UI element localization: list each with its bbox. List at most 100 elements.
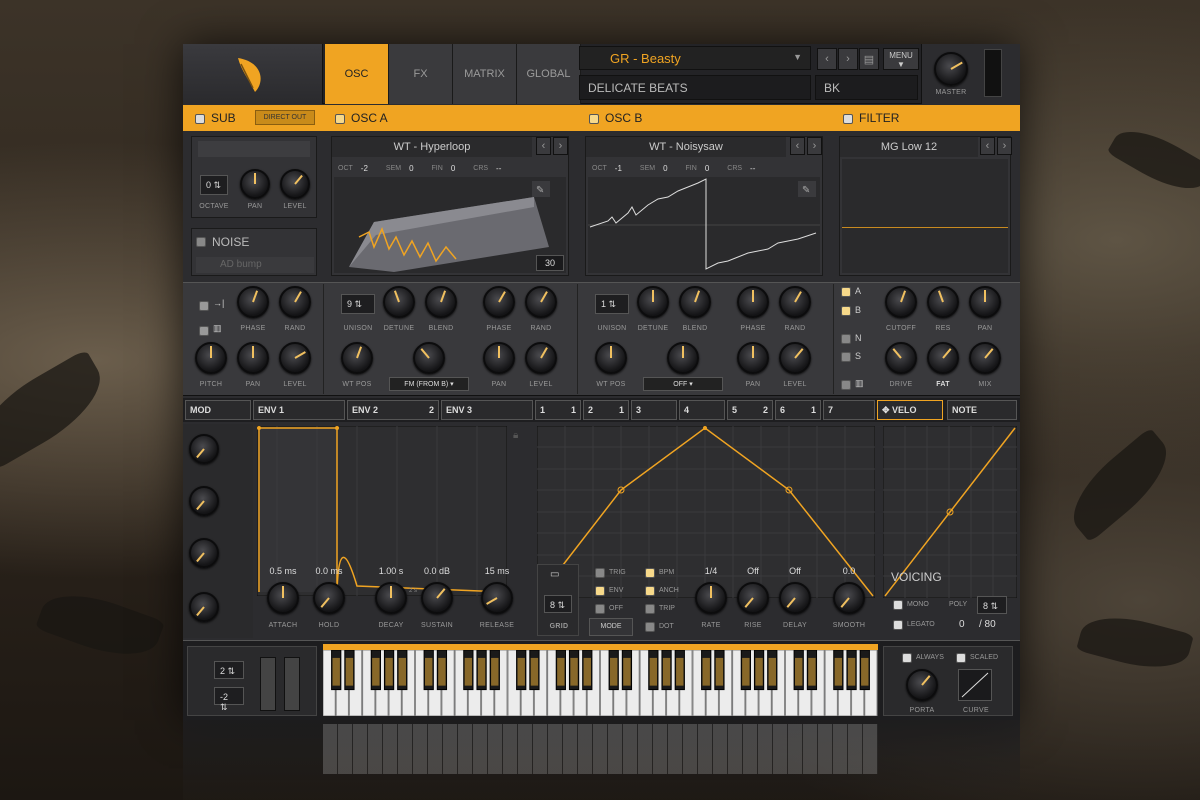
tab-matrix[interactable]: MATRIX (453, 44, 517, 104)
mod-knob-4[interactable] (189, 592, 219, 622)
tab-note[interactable]: NOTE (947, 400, 1017, 420)
filter-route-n[interactable] (841, 334, 851, 344)
anch-toggle[interactable] (645, 586, 655, 596)
keytrack-toggle[interactable] (199, 326, 209, 336)
rate-knob[interactable] (695, 582, 727, 614)
osc-b-wavetable-name[interactable]: WT - Noisysaw (586, 137, 786, 157)
filter-route-s[interactable] (841, 352, 851, 362)
osc-b-pan-knob[interactable] (737, 342, 769, 374)
prev-preset-button[interactable]: ‹ (817, 48, 837, 70)
sub-toggle[interactable] (195, 114, 205, 124)
tab-lfo4[interactable]: 4 (679, 400, 725, 420)
bend-up-stepper[interactable]: 2 ⇅ (214, 661, 244, 679)
osc-b-fin[interactable]: 0 (705, 164, 709, 173)
osc-a-sem[interactable]: 0 (409, 164, 413, 173)
mode-button[interactable]: MODE (589, 618, 633, 636)
decay-knob[interactable] (375, 582, 407, 614)
always-toggle[interactable] (902, 653, 912, 663)
browser-icon[interactable]: ▤ (859, 48, 879, 70)
sub-level-knob[interactable] (280, 169, 310, 199)
off-mode-toggle[interactable] (595, 604, 605, 614)
menu-button[interactable]: MENU ▼ (883, 48, 919, 70)
mod-wheel[interactable] (284, 657, 300, 711)
folder-icon[interactable]: ▭ (550, 569, 559, 580)
osc-a-wavetable-name[interactable]: WT - Hyperloop (332, 137, 532, 157)
env-mode-toggle[interactable] (595, 586, 605, 596)
osc-a-fin[interactable]: 0 (451, 164, 455, 173)
tab-osc[interactable]: OSC (325, 44, 389, 104)
sustain-knob[interactable] (421, 582, 453, 614)
bend-down-stepper[interactable]: -2 ⇅ (214, 687, 244, 712)
osc-a-phase2-knob[interactable] (483, 286, 515, 318)
porta-knob[interactable] (906, 669, 938, 701)
bpm-toggle[interactable] (645, 568, 655, 578)
tab-global[interactable]: GLOBAL (517, 44, 581, 104)
osc-a-fm-select[interactable]: FM (FROM B) ▾ (389, 377, 469, 391)
trip-toggle[interactable] (645, 604, 655, 614)
osc-a-crs[interactable]: -- (496, 164, 501, 173)
osc-b-blend-knob[interactable] (679, 286, 711, 318)
osc-b-wtpos-knob[interactable] (595, 342, 627, 374)
osc-b-detune-knob[interactable] (637, 286, 669, 318)
curve-display[interactable] (958, 669, 992, 701)
pitch-wheel[interactable] (260, 657, 276, 711)
fat-knob[interactable] (927, 342, 959, 374)
mono-toggle[interactable] (893, 600, 903, 610)
filter-route-a[interactable] (841, 287, 851, 297)
tab-env1[interactable]: ENV 1 (253, 400, 345, 420)
osc-a-blend-knob[interactable] (425, 286, 457, 318)
osc-a-next-wt[interactable]: › (553, 137, 568, 155)
noise-type-select[interactable]: AD bump (196, 257, 314, 273)
tab-velo[interactable]: ✥ VELO (877, 400, 943, 420)
tab-lfo3[interactable]: 3 (631, 400, 677, 420)
sub-pan-knob-2[interactable] (237, 342, 269, 374)
osc-a-pan-knob[interactable] (483, 342, 515, 374)
pitch-knob[interactable] (195, 342, 227, 374)
osc-a-detune-knob[interactable] (383, 286, 415, 318)
trig-toggle[interactable] (595, 568, 605, 578)
master-knob[interactable] (934, 52, 968, 86)
hold-knob[interactable] (313, 582, 345, 614)
scaled-toggle[interactable] (956, 653, 966, 663)
filter-pan-knob[interactable] (969, 286, 1001, 318)
dot-toggle[interactable] (645, 622, 655, 632)
cutoff-knob[interactable] (885, 286, 917, 318)
lock-icon[interactable]: 🔒︎ (513, 430, 518, 441)
filter-route-b[interactable] (841, 306, 851, 316)
filter-next-type[interactable]: › (997, 137, 1012, 155)
filter-toggle[interactable] (843, 114, 853, 124)
tab-lfo5[interactable]: 52 (727, 400, 773, 420)
next-preset-button[interactable]: › (838, 48, 858, 70)
preset-selector[interactable]: GR - Beasty ▼ (579, 46, 811, 70)
drive-knob[interactable] (885, 342, 917, 374)
rise-knob[interactable] (737, 582, 769, 614)
osc-b-warp-select[interactable]: OFF ▾ (643, 377, 723, 391)
piano-keyboard[interactable] (323, 650, 878, 716)
tab-lfo2[interactable]: 21 (583, 400, 629, 420)
osc-b-phase-knob[interactable] (737, 286, 769, 318)
tab-mod[interactable]: MOD (185, 400, 251, 420)
legato-toggle[interactable] (893, 620, 903, 630)
osc-b-unison-stepper[interactable]: 1 ⇅ (595, 294, 629, 314)
grid-stepper[interactable]: 8 ⇅ (544, 595, 572, 613)
mix-knob[interactable] (969, 342, 1001, 374)
tab-lfo6[interactable]: 61 (775, 400, 821, 420)
osc-a-frame[interactable]: 30 (536, 255, 564, 271)
tab-fx[interactable]: FX (389, 44, 453, 104)
mod-knob-3[interactable] (189, 538, 219, 568)
osc-a-prev-wt[interactable]: ‹ (536, 137, 551, 155)
osc-b-rand-knob[interactable] (779, 286, 811, 318)
tab-env3[interactable]: ENV 3 (441, 400, 533, 420)
noise-toggle[interactable] (196, 237, 206, 247)
tab-lfo7[interactable]: 7 (823, 400, 875, 420)
mod-knob-2[interactable] (189, 486, 219, 516)
filter-prev-type[interactable]: ‹ (980, 137, 995, 155)
osc-a-phase-knob[interactable] (237, 286, 269, 318)
mod-knob-1[interactable] (189, 434, 219, 464)
retrig-toggle[interactable] (199, 301, 209, 311)
smooth-knob[interactable] (833, 582, 865, 614)
osc-b-crs[interactable]: -- (750, 164, 755, 173)
osc-a-wtpos-knob[interactable] (341, 342, 373, 374)
tab-lfo1[interactable]: 11 (535, 400, 581, 420)
delay-knob[interactable] (779, 582, 811, 614)
